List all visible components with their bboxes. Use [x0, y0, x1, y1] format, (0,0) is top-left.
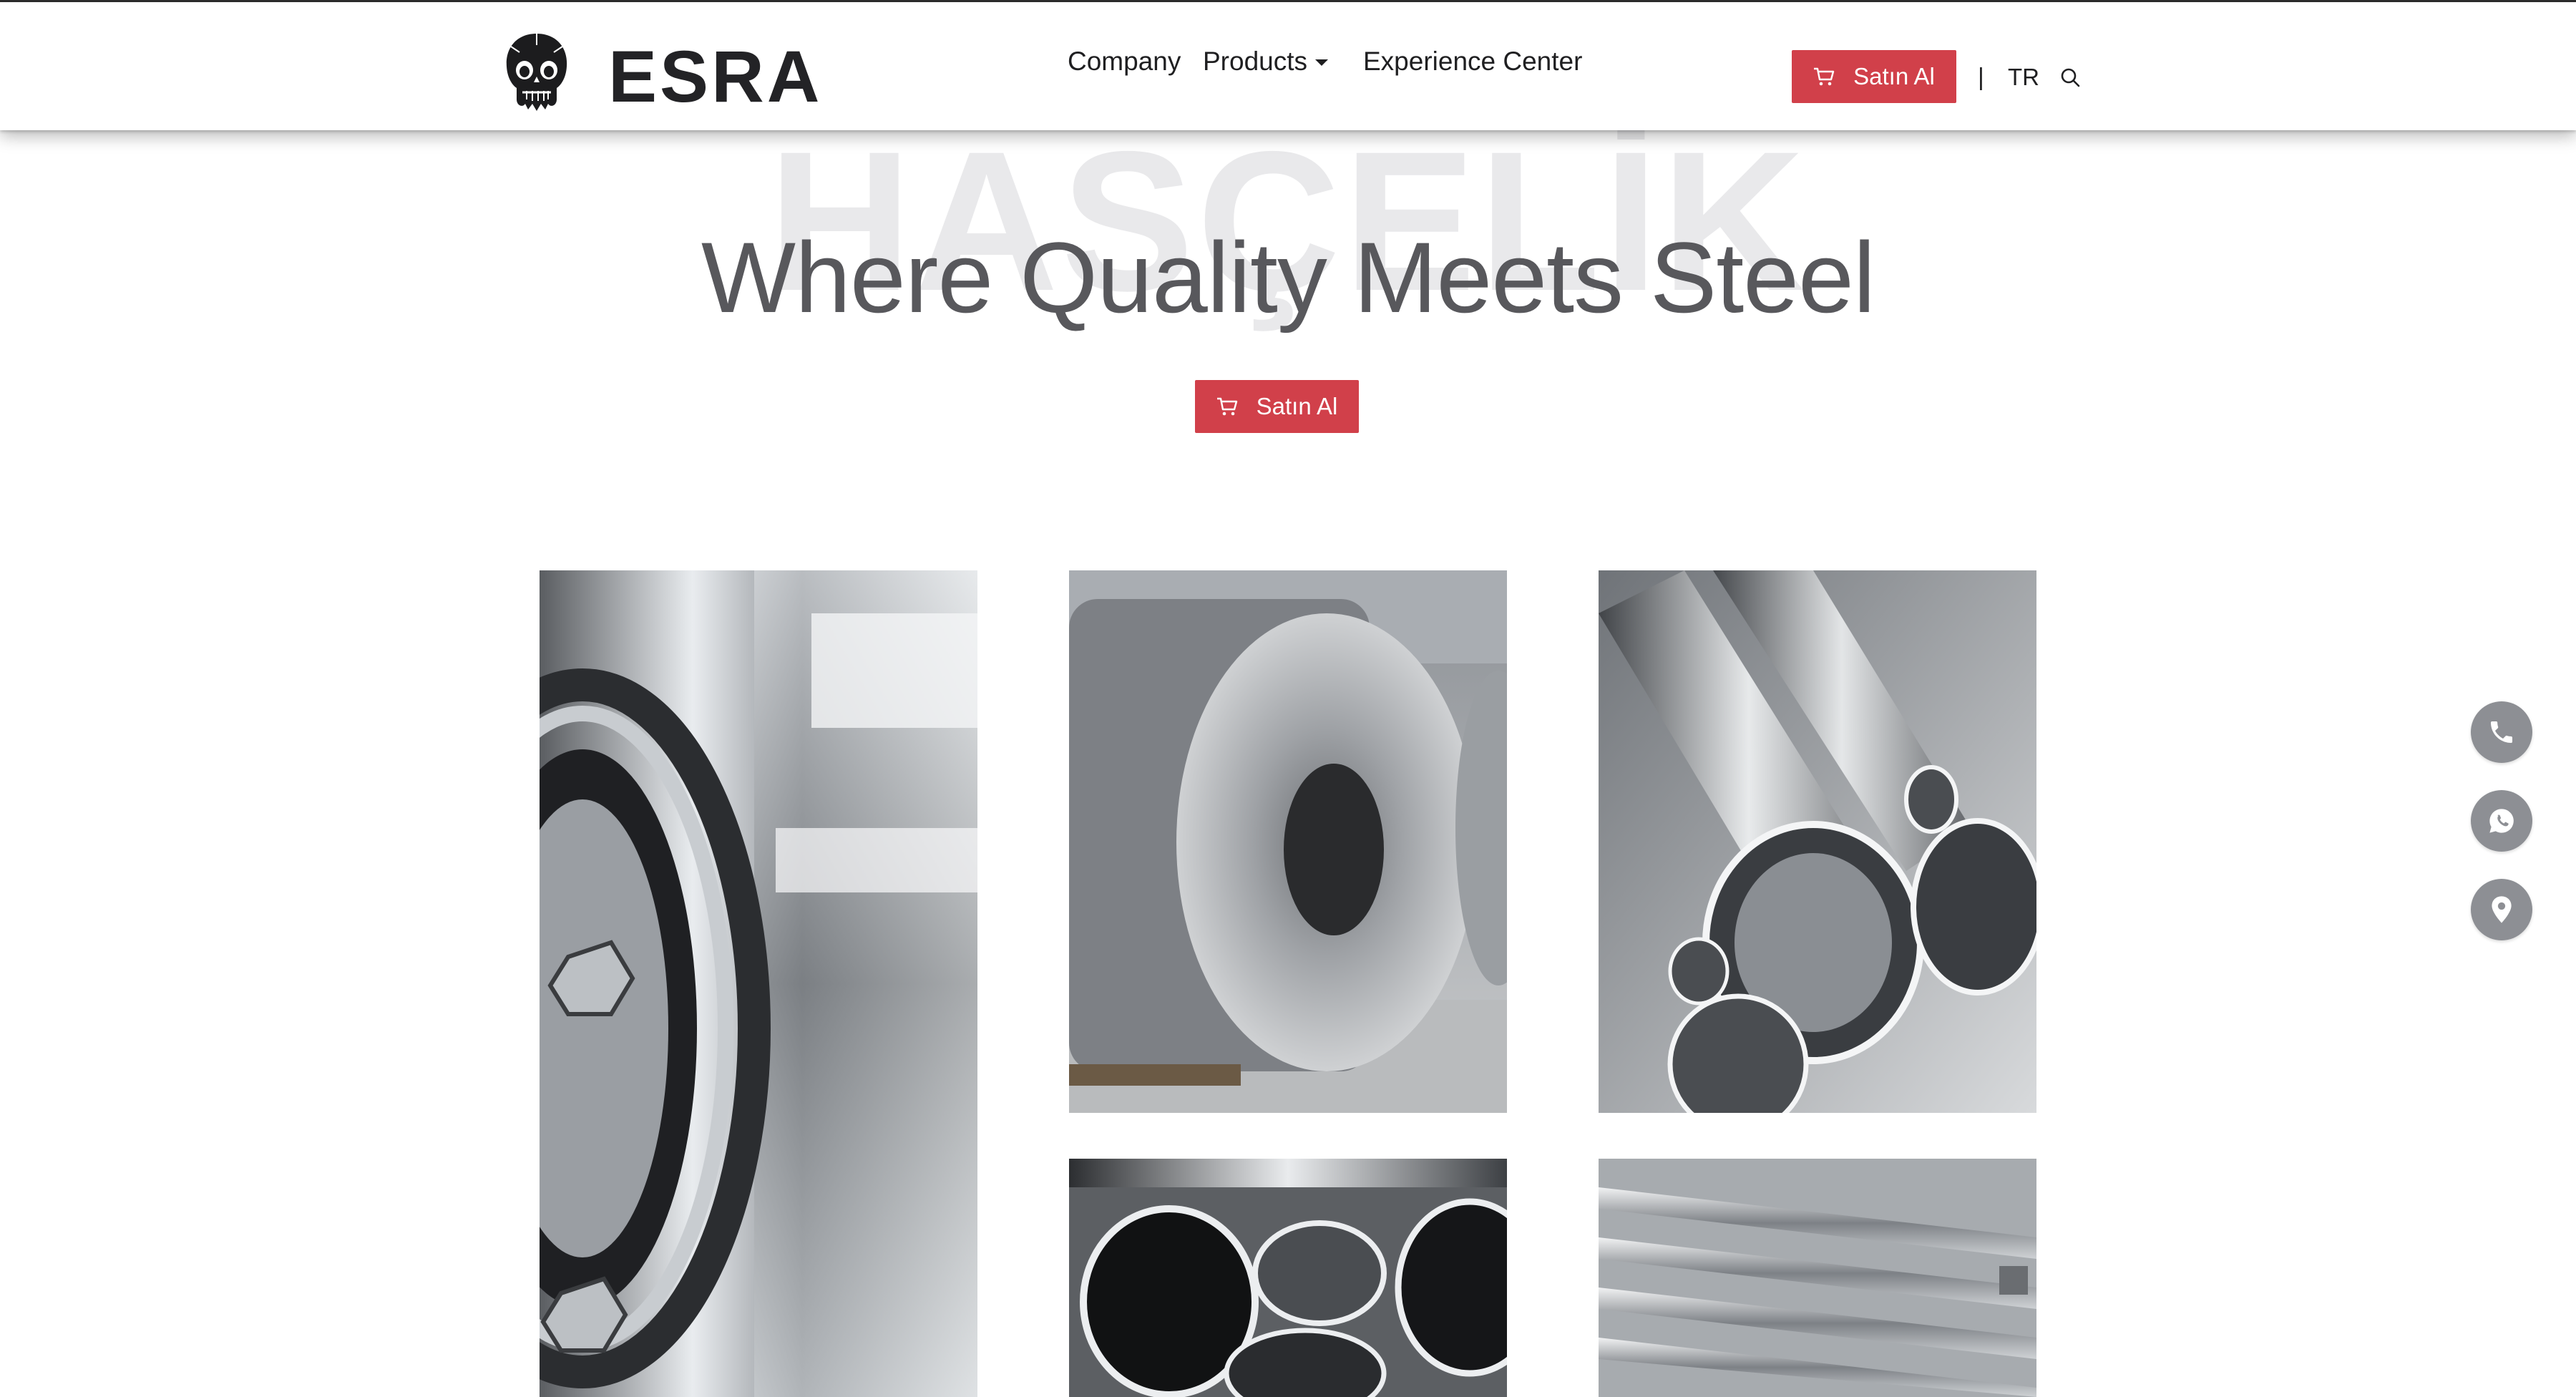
- phone-contact-button[interactable]: [2471, 701, 2532, 763]
- nav-company[interactable]: Company: [1068, 47, 1181, 77]
- shopping-cart-icon: [1216, 397, 1237, 416]
- location-contact-button[interactable]: [2471, 879, 2532, 940]
- gallery-image-pipe-flange[interactable]: [540, 570, 977, 1397]
- nav-products[interactable]: Products: [1203, 47, 1307, 77]
- shopping-cart-icon: [1814, 67, 1835, 86]
- whatsapp-icon: [2489, 809, 2514, 833]
- header-buy-button[interactable]: Satın Al: [1792, 50, 1956, 103]
- hero-buy-button[interactable]: Satın Al: [1195, 380, 1359, 433]
- hero-buy-label: Satın Al: [1256, 393, 1338, 419]
- location-pin-icon: [2492, 896, 2512, 923]
- brand-name: ESRA: [608, 36, 823, 117]
- nav-experience-center[interactable]: Experience Center: [1363, 47, 1582, 77]
- search-icon[interactable]: [2060, 67, 2080, 87]
- header-separator: |: [1978, 64, 1984, 91]
- gallery-image-steel-bars[interactable]: [1599, 1159, 2036, 1397]
- site-header: ESRA Company Products Experience Center …: [0, 2, 2576, 130]
- gallery-image-steel-coils[interactable]: [1069, 570, 1507, 1113]
- gallery-image-polished-pipes[interactable]: [1069, 1159, 1507, 1397]
- hero-title: Where Quality Meets Steel: [701, 221, 1875, 334]
- whatsapp-contact-button[interactable]: [2471, 790, 2532, 852]
- chevron-down-icon[interactable]: [1315, 59, 1328, 66]
- phone-icon: [2491, 721, 2512, 743]
- brand-logo[interactable]: ESRA: [501, 31, 844, 124]
- language-switch[interactable]: TR: [2008, 64, 2039, 91]
- header-buy-label: Satın Al: [1853, 63, 1935, 89]
- window-top-border: [0, 0, 2576, 2]
- skull-logo-icon: [506, 34, 567, 111]
- gallery-image-stainless-tubes[interactable]: [1599, 570, 2036, 1113]
